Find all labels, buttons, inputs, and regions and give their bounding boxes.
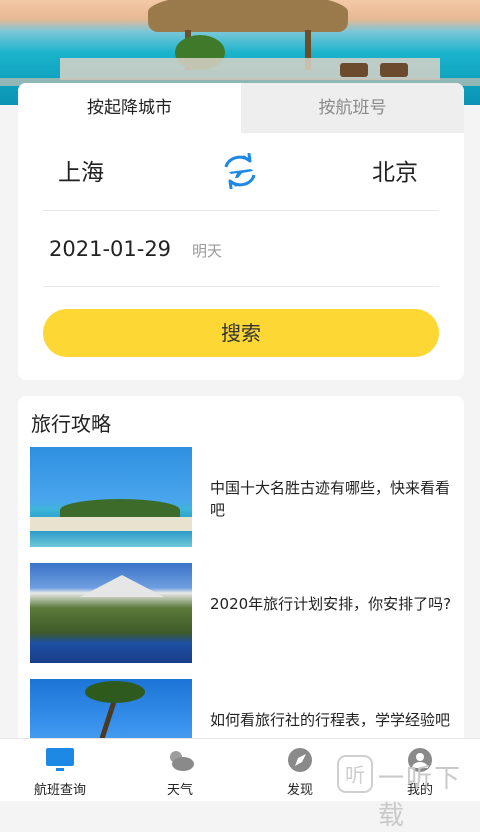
tabbar-label: 航班查询 — [33, 783, 86, 798]
palm-fronds — [85, 681, 145, 703]
departure-city[interactable]: 上海 — [58, 153, 104, 187]
watermark-text: 一听下载 — [378, 764, 463, 831]
travel-guide-card: 旅行攻略 中国十大名胜古迹有哪些，快来看看吧 2020年旅行计划安排，你安排了吗… — [18, 396, 464, 776]
guide-list-item[interactable]: 中国十大名胜古迹有哪些，快来看看吧 — [30, 447, 455, 547]
search-mode-tabs: 按起降城市 按航班号 — [18, 83, 464, 133]
compass-icon — [288, 748, 312, 772]
tabbar-label: 天气 — [166, 783, 193, 798]
search-button[interactable]: 搜索 — [43, 309, 439, 357]
arrival-city[interactable]: 北京 — [372, 153, 418, 187]
departure-date[interactable]: 2021-01-29 — [49, 237, 171, 261]
svg-text:听: 听 — [345, 763, 365, 787]
guide-title-text: 2020年旅行计划安排，你安排了吗? — [210, 595, 452, 613]
swap-cities-icon[interactable] — [220, 153, 260, 189]
guide-thumbnail — [30, 447, 192, 547]
weather-icon — [170, 751, 194, 771]
hut-roof — [148, 0, 348, 32]
monitor-icon — [46, 748, 74, 771]
flight-search-card: 按起降城市 按航班号 上海 北京 2021-01-29 明天 搜索 — [18, 83, 464, 380]
tab-by-city[interactable]: 按起降城市 — [18, 83, 241, 133]
section-title: 旅行攻略 — [31, 412, 111, 436]
watermark-logo-icon: 听 — [337, 755, 373, 793]
lounge-chair — [340, 63, 368, 77]
divider — [43, 210, 439, 211]
tabbar-item-flight-query[interactable]: 航班查询 — [12, 739, 108, 801]
divider — [43, 286, 439, 287]
guide-title-text: 中国十大名胜古迹有哪些，快来看看吧 — [210, 479, 451, 519]
watermark: 听 一听下载 — [330, 752, 480, 831]
tabbar-item-weather[interactable]: 天气 — [132, 739, 228, 801]
guide-list-item[interactable]: 2020年旅行计划安排，你安排了吗? — [30, 563, 455, 663]
tab-by-flight-number[interactable]: 按航班号 — [241, 83, 464, 133]
date-relative-label: 明天 — [192, 242, 223, 260]
beach — [30, 517, 192, 531]
mountain — [80, 575, 164, 597]
lounge-chair — [380, 63, 408, 77]
guide-thumbnail — [30, 563, 192, 663]
guide-title-text: 如何看旅行社的行程表，学学经验吧 — [210, 711, 451, 729]
